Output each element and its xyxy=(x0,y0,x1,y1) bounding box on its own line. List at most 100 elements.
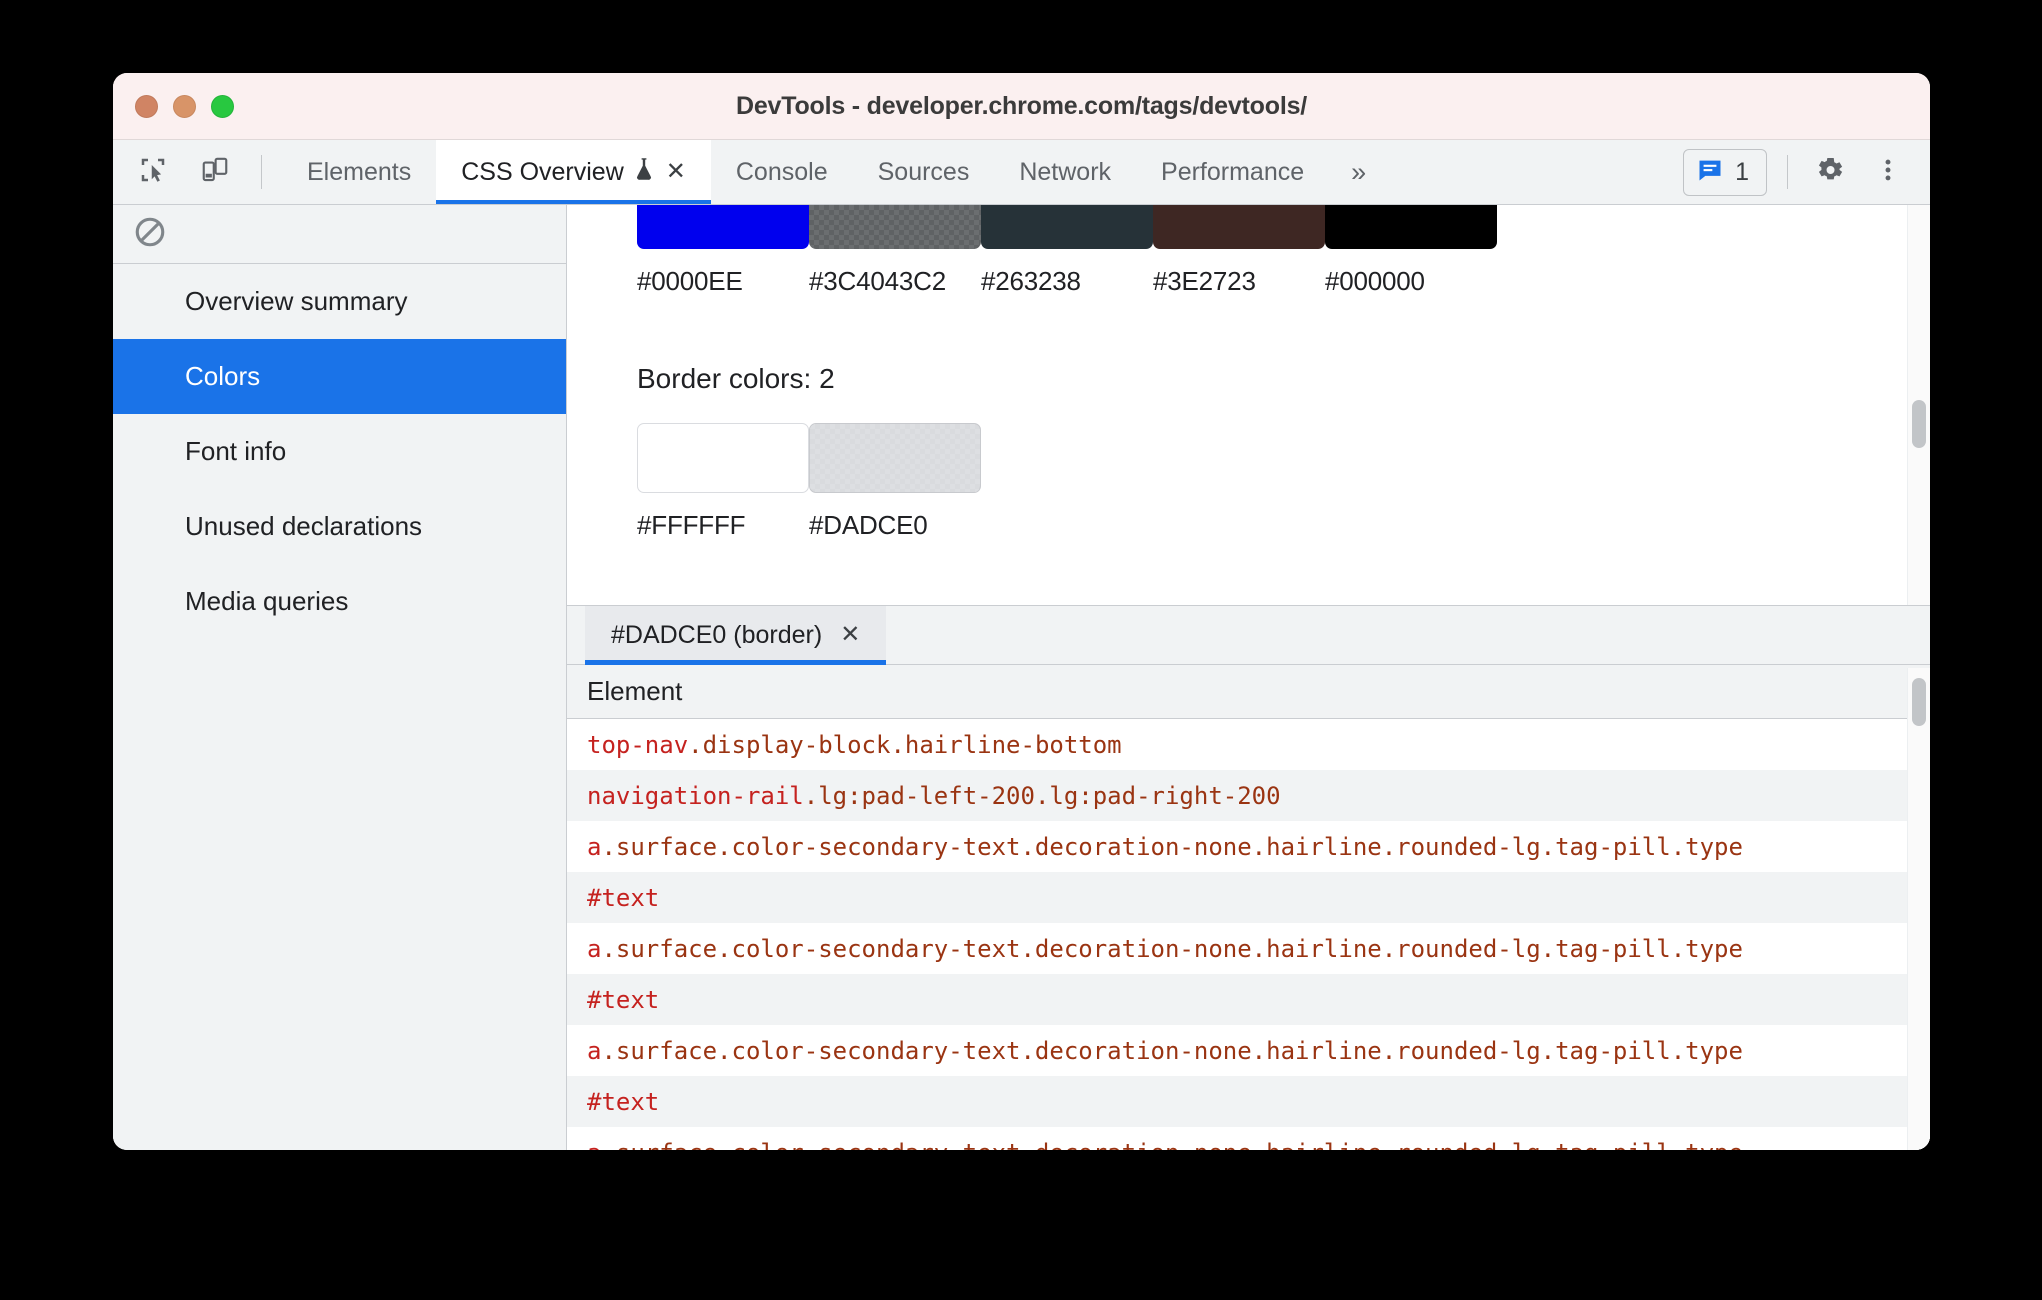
detail-tab-close-icon[interactable]: ✕ xyxy=(840,623,860,647)
color-swatch-label: #000000 xyxy=(1325,266,1425,296)
tab-console[interactable]: Console xyxy=(711,140,853,204)
color-swatch-cell[interactable]: #3E2723 xyxy=(1153,205,1325,297)
sidebar-item-font-info[interactable]: Font info xyxy=(113,414,566,489)
table-row[interactable]: #text xyxy=(567,872,1930,924)
sidebar-item-overview-summary[interactable]: Overview summary xyxy=(113,264,566,339)
inspect-element-button[interactable] xyxy=(131,150,175,194)
tab-sources[interactable]: Sources xyxy=(853,140,995,204)
right-tools-divider xyxy=(1787,155,1788,189)
sidebar-item-label: Font info xyxy=(185,436,287,466)
element-tag: a xyxy=(587,832,602,861)
color-swatch-label: #263238 xyxy=(981,266,1081,296)
sidebar-item-colors[interactable]: Colors xyxy=(113,339,566,414)
column-header-element: Element xyxy=(587,676,683,707)
color-swatch-label: #DADCE0 xyxy=(809,510,928,540)
tabbar-left-tools xyxy=(113,140,268,204)
color-swatch-label: #FFFFFF xyxy=(637,510,746,540)
sidebar-item-label: Media queries xyxy=(185,586,349,616)
issues-button[interactable]: 1 xyxy=(1683,148,1767,196)
detail-tab-dadce0-border[interactable]: #DADCE0 (border) ✕ xyxy=(585,606,887,666)
text-colors-swatch-row: #0000EE #3C4043C2 #263238 #3E2723 #00000… xyxy=(637,205,1930,297)
more-options-button[interactable] xyxy=(1866,150,1910,194)
color-swatch-cell[interactable]: #000000 xyxy=(1325,205,1497,297)
color-swatch-cell[interactable]: #0000EE xyxy=(637,205,809,297)
device-toolbar-button[interactable] xyxy=(193,150,237,194)
sidebar-toolbar xyxy=(113,205,566,264)
table-row[interactable]: a.surface.color-secondary-text.decoratio… xyxy=(567,923,1930,974)
colors-panel-scrollbar[interactable] xyxy=(1907,205,1930,605)
settings-button[interactable] xyxy=(1808,150,1852,194)
tab-performance-label: Performance xyxy=(1161,157,1305,186)
table-row[interactable]: navigation-rail .lg:pad-left-200.lg:pad-r… xyxy=(567,770,1930,822)
sidebar-item-media-queries[interactable]: Media queries xyxy=(113,564,566,639)
scrollbar-thumb[interactable] xyxy=(1912,400,1926,448)
traffic-light-group xyxy=(135,73,234,139)
css-overview-sidebar: Overview summary Colors Font info Unused… xyxy=(113,205,567,1150)
color-swatch[interactable] xyxy=(981,205,1153,249)
scrollbar-thumb[interactable] xyxy=(1912,678,1926,726)
color-swatch-label: #3E2723 xyxy=(1153,266,1256,296)
maximize-window-button[interactable] xyxy=(211,94,234,118)
clear-overview-icon[interactable] xyxy=(133,215,167,254)
detail-tabbar: #DADCE0 (border) ✕ xyxy=(567,606,1930,666)
color-swatch-cell[interactable]: #DADCE0 xyxy=(809,423,981,541)
color-detail-pane: #DADCE0 (border) ✕ Element top-nav .displ… xyxy=(567,606,1930,1150)
color-swatch-cell[interactable]: #263238 xyxy=(981,205,1153,297)
table-row[interactable]: #text xyxy=(567,974,1930,1026)
color-swatch[interactable] xyxy=(809,205,981,249)
element-classes: .surface.color-secondary-text.decoration… xyxy=(601,832,1743,861)
tab-elements[interactable]: Elements xyxy=(282,140,436,204)
tab-elements-label: Elements xyxy=(307,157,412,186)
inspect-element-icon xyxy=(138,155,168,190)
table-row[interactable]: a.surface.color-secondary-text.decoratio… xyxy=(567,821,1930,872)
element-classes: .surface.color-secondary-text.decoration… xyxy=(601,1139,1743,1150)
close-window-button[interactable] xyxy=(135,94,158,118)
three-dot-menu-icon xyxy=(1874,156,1902,189)
more-tabs-button[interactable]: » xyxy=(1329,140,1388,204)
desktop-background: DevTools - developer.chrome.com/tags/dev… xyxy=(0,0,2042,1300)
css-overview-content: #0000EE #3C4043C2 #263238 #3E2723 #00000… xyxy=(567,205,1930,1150)
table-row[interactable]: a.surface.color-secondary-text.decoratio… xyxy=(567,1025,1930,1076)
minimize-window-button[interactable] xyxy=(173,94,196,118)
detail-tab-label: #DADCE0 (border) xyxy=(611,620,823,649)
sidebar-item-label: Overview summary xyxy=(185,286,408,316)
color-swatch-cell[interactable]: #FFFFFF xyxy=(637,423,809,541)
device-toolbar-icon xyxy=(200,155,230,190)
colors-panel: #0000EE #3C4043C2 #263238 #3E2723 #00000… xyxy=(567,205,1930,606)
sidebar-item-unused-declarations[interactable]: Unused declarations xyxy=(113,489,566,564)
color-swatch[interactable] xyxy=(637,423,809,493)
tab-network[interactable]: Network xyxy=(994,140,1136,204)
table-row[interactable]: a.surface.color-secondary-text.decoratio… xyxy=(567,1127,1930,1150)
table-row[interactable]: #text xyxy=(567,1076,1930,1128)
color-swatch-label: #3C4043C2 xyxy=(809,266,946,296)
element-tag: a xyxy=(587,1036,602,1065)
color-swatch[interactable] xyxy=(809,423,981,493)
tabbar-right-tools: 1 xyxy=(1683,140,1930,204)
devtools-body: Overview summary Colors Font info Unused… xyxy=(113,205,1930,1150)
element-tag: a xyxy=(587,1139,601,1150)
element-table-header: Element xyxy=(567,665,1930,720)
issues-count: 1 xyxy=(1735,157,1749,186)
gear-icon xyxy=(1814,154,1846,191)
border-colors-heading: Border colors: 2 xyxy=(637,363,835,394)
tab-performance[interactable]: Performance xyxy=(1136,140,1329,204)
devtools-tabbar: Elements CSS Overview ✕ Console Sources xyxy=(113,140,1930,205)
window-title: DevTools - developer.chrome.com/tags/dev… xyxy=(735,91,1308,120)
color-swatch[interactable] xyxy=(637,205,809,249)
detail-pane-scrollbar[interactable] xyxy=(1907,668,1930,1150)
color-swatch[interactable] xyxy=(1325,205,1497,249)
border-colors-swatch-row: #FFFFFF #DADCE0 xyxy=(637,423,1930,541)
color-swatch-cell[interactable]: #3C4043C2 xyxy=(809,205,981,297)
flask-icon xyxy=(634,157,654,188)
tab-console-label: Console xyxy=(735,157,828,186)
table-row[interactable]: top-nav .display-block.hairline-bottom xyxy=(567,719,1930,770)
color-swatch[interactable] xyxy=(1153,205,1325,249)
element-tag: #text xyxy=(587,1087,660,1116)
tab-network-label: Network xyxy=(1019,157,1112,186)
panel-tab-list: Elements CSS Overview ✕ Console Sources xyxy=(282,140,1388,204)
chevron-double-right-icon: » xyxy=(1351,156,1367,187)
tab-css-overview-label: CSS Overview xyxy=(461,157,624,186)
tab-css-overview[interactable]: CSS Overview ✕ xyxy=(436,140,711,204)
sidebar-item-label: Unused declarations xyxy=(185,511,423,541)
tab-css-overview-close-icon[interactable]: ✕ xyxy=(666,160,686,184)
